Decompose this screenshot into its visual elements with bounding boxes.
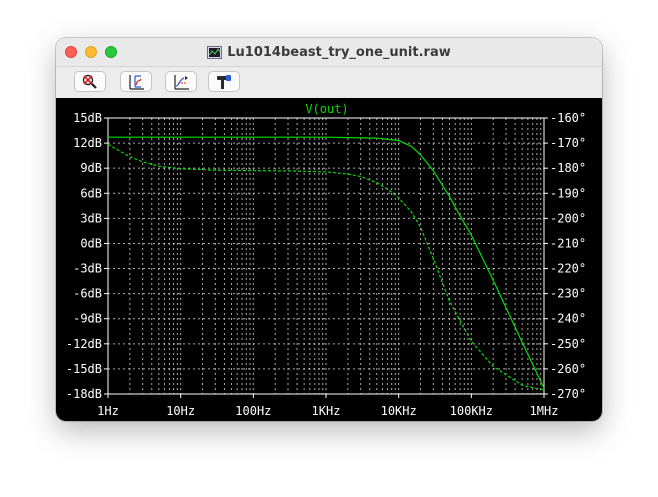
plot-pane[interactable]: V(out) 15dB 12dB 9dB 6dB 3dB 0dB -3dB -6dB -9dB -… [56,98,602,421]
y-left-tick-label: 6dB [80,186,102,200]
y-left-tick-label: -18dB [66,387,102,401]
y-right-tick-label: -190° [550,186,586,200]
y-left-tick-label: -6dB [73,287,102,301]
y-right-tick-label: -260° [550,362,586,376]
y-left-axis: 15dB 12dB 9dB 6dB 3dB 0dB -3dB -6dB -9dB -12dB -15… [66,111,108,401]
probe-hammer-icon [217,74,231,89]
toolbar [56,67,602,97]
y-left-tick-label: -3dB [73,262,102,276]
x-axis: 1Hz 10Hz 100Hz 1KHz 10KHz 100KHz 1MHz [97,394,558,418]
y-left-tick-label: -12dB [66,337,102,351]
x-tick-label: 1MHz [530,404,559,418]
waveform-file-icon [207,45,223,59]
y-left-tick-label: -15dB [66,362,102,376]
trace-label[interactable]: V(out) [305,102,348,116]
y-right-tick-label: -210° [550,236,586,250]
zoom-cancel-button[interactable] [74,71,106,92]
y-right-axis: -160° -170° -180° -190° -200° -210° -220° -230°… [544,111,586,401]
title-bar[interactable]: Lu1014beast_try_one_unit.raw [56,38,602,67]
y-right-tick-label: -180° [550,161,586,175]
y-left-tick-label: 9dB [80,161,102,175]
y-right-tick-label: -240° [550,312,586,326]
y-right-tick-label: -270° [550,387,586,401]
autorange-button[interactable] [120,71,152,92]
pan-button[interactable] [165,71,197,92]
y-left-tick-label: 15dB [73,111,102,125]
y-right-tick-label: -170° [550,136,586,150]
y-left-tick-label: 12dB [73,136,102,150]
y-right-tick-label: -220° [550,262,586,276]
x-tick-label: 10Hz [166,404,195,418]
y-left-tick-label: 3dB [80,211,102,225]
bode-plot[interactable]: V(out) 15dB 12dB 9dB 6dB 3dB 0dB -3dB -6dB -9dB -… [56,98,602,421]
y-right-tick-label: -160° [550,111,586,125]
x-tick-label: 100Hz [235,404,271,418]
grid [108,118,544,394]
waveform-window: Lu1014beast_try_one_unit.raw V(out) 15dB… [56,38,602,421]
probe-button[interactable] [208,71,240,92]
autorange-icon [129,74,144,90]
x-tick-label: 100KHz [450,404,493,418]
y-right-tick-label: -230° [550,287,586,301]
y-left-tick-label: -9dB [73,312,102,326]
y-left-tick-label: 0dB [80,236,102,250]
x-tick-label: 1KHz [312,404,341,418]
window-title: Lu1014beast_try_one_unit.raw [227,44,451,60]
pan-icon [174,74,189,90]
x-tick-label: 10KHz [381,404,417,418]
y-right-tick-label: -250° [550,337,586,351]
zoom-cancel-icon [82,74,97,89]
x-tick-label: 1Hz [97,404,119,418]
y-right-tick-label: -200° [550,211,586,225]
